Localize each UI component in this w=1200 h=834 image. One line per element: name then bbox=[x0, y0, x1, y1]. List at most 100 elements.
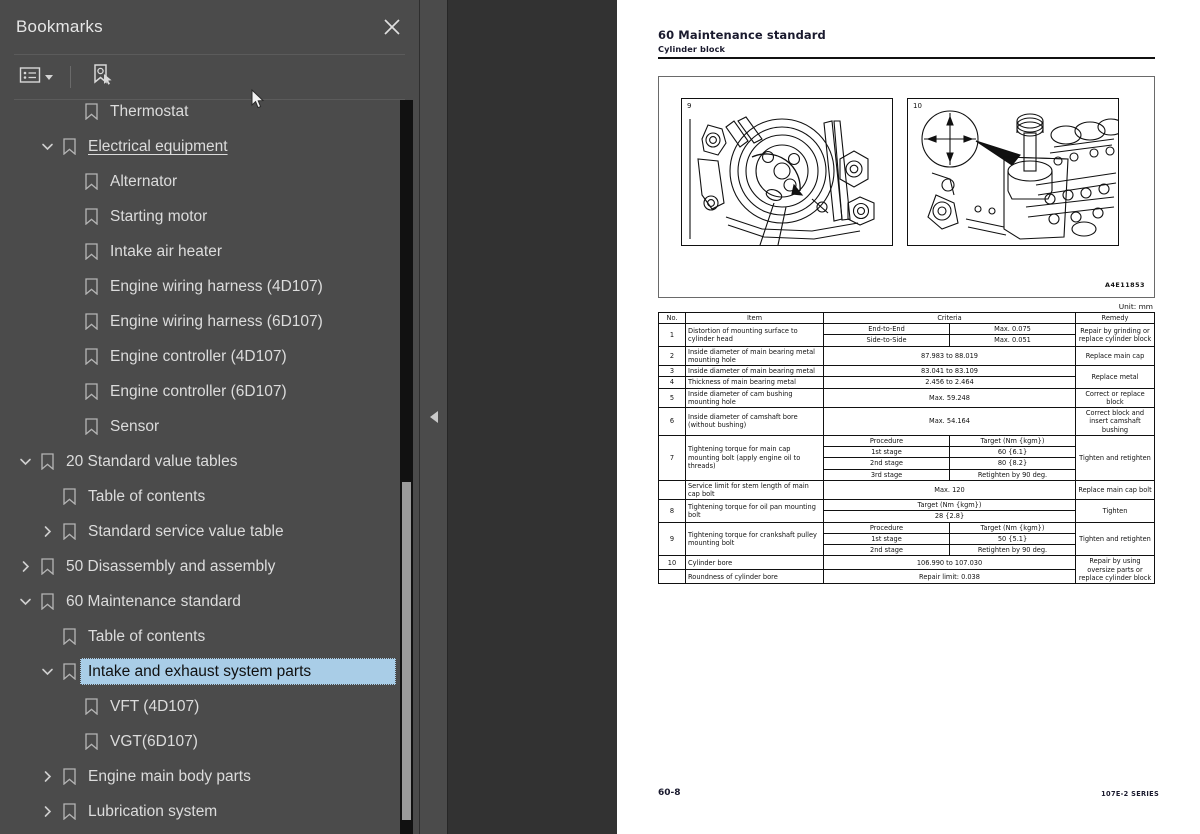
bookmark-item[interactable]: Engine controller (4D107) bbox=[0, 339, 401, 374]
bookmark-item-label: 50 Disassembly and assembly bbox=[66, 557, 276, 575]
bookmark-item[interactable]: 60 Maintenance standard bbox=[0, 584, 401, 619]
list-options-icon bbox=[19, 66, 41, 89]
bookmark-icon bbox=[80, 208, 102, 225]
cell-no: 9 bbox=[658, 521, 686, 557]
panel-splitter[interactable] bbox=[420, 0, 448, 834]
page-content: 60 Maintenance standard Cylinder block 9 bbox=[658, 28, 1155, 585]
bookmarks-tree: Thermostat Electrical equipment Alternato… bbox=[0, 100, 401, 829]
bookmark-icon bbox=[80, 733, 102, 750]
chevron-right-icon[interactable] bbox=[36, 805, 58, 818]
bookmarks-scrollbar-thumb[interactable] bbox=[402, 482, 411, 820]
bookmark-item[interactable]: 20 Standard value tables bbox=[0, 444, 401, 479]
cell-criteria-label: Procedure bbox=[823, 434, 950, 448]
table-row: Service limit for stem length of main ca… bbox=[658, 479, 1155, 501]
bookmark-icon bbox=[80, 103, 102, 120]
bookmarks-scroll-area[interactable]: Thermostat Electrical equipment Alternato… bbox=[0, 100, 401, 834]
bookmark-item[interactable]: Electrical equipment bbox=[0, 129, 401, 164]
cell-item: Roundness of cylinder bore bbox=[685, 569, 824, 585]
cell-criteria-value: 50 {5.1} bbox=[949, 532, 1076, 546]
heading-rule bbox=[658, 57, 1155, 59]
bookmark-item[interactable]: Alternator bbox=[0, 164, 401, 199]
bookmark-item[interactable]: VGT(6D107) bbox=[0, 724, 401, 759]
bookmarks-scrollbar[interactable] bbox=[400, 100, 413, 834]
bookmark-icon bbox=[80, 698, 102, 715]
crankshaft-pulley-illustration bbox=[689, 116, 875, 245]
table-head: No. Item Criteria Remedy bbox=[658, 311, 1155, 325]
bookmark-item[interactable]: Table of contents bbox=[0, 619, 401, 654]
maintenance-standard-table: No. Item Criteria Remedy 1 Distortion of … bbox=[658, 311, 1155, 585]
new-bookmark-icon bbox=[90, 63, 114, 92]
table-row: 7 Tightening torque for main cap mounting… bbox=[658, 434, 1155, 481]
cell-criteria: 2.456 to 2.464 bbox=[823, 376, 1076, 389]
figure-panel-left: 9 bbox=[681, 98, 893, 246]
cell-criteria-label: 2nd stage bbox=[823, 544, 950, 557]
bookmark-item-label: 60 Maintenance standard bbox=[66, 592, 241, 610]
bookmark-item[interactable]: VFT (4D107) bbox=[0, 689, 401, 724]
bookmarks-panel-header: Bookmarks bbox=[0, 0, 419, 54]
th-item: Item bbox=[685, 311, 824, 325]
cell-remedy: Replace main cap bbox=[1075, 345, 1155, 367]
close-icon[interactable] bbox=[379, 14, 405, 40]
bookmark-item[interactable]: Engine wiring harness (6D107) bbox=[0, 304, 401, 339]
bookmark-icon bbox=[58, 138, 80, 155]
cell-criteria: 83.041 to 83.109 bbox=[823, 365, 1076, 378]
cell-criteria-label: Side-to-Side bbox=[823, 334, 950, 347]
chevron-down-icon[interactable] bbox=[36, 665, 58, 678]
chevron-right-icon[interactable] bbox=[14, 560, 36, 573]
cell-criteria-value: Target (Nm {kgm}) bbox=[949, 521, 1076, 534]
bookmark-item[interactable]: Table of contents bbox=[0, 479, 401, 514]
bookmark-item[interactable]: Thermostat bbox=[0, 100, 401, 129]
bookmark-icon bbox=[58, 803, 80, 820]
bookmark-icon bbox=[80, 278, 102, 295]
page-heading: 60 Maintenance standard bbox=[658, 28, 826, 42]
table-row: 9 Tightening torque for crankshaft pulley… bbox=[658, 521, 1155, 557]
chevron-down-icon[interactable] bbox=[36, 140, 58, 153]
table-header-row: No. Item Criteria Remedy bbox=[658, 311, 1155, 325]
bookmarks-panel: Bookmarks Thermostat Electrical equipmen… bbox=[0, 0, 420, 834]
cell-no: 2 bbox=[658, 345, 686, 367]
bookmark-icon bbox=[58, 523, 80, 540]
bookmark-item[interactable]: Engine wiring harness (4D107) bbox=[0, 269, 401, 304]
bookmark-item-label: Engine wiring harness (6D107) bbox=[110, 312, 323, 330]
table-row: 5 Inside diameter of cam bushing mounting… bbox=[658, 387, 1155, 409]
cell-criteria-value: 60 {6.1} bbox=[949, 446, 1076, 459]
cell-item: Inside diameter of cam bushing mounting … bbox=[685, 387, 824, 409]
cell-no: 7 bbox=[658, 434, 686, 481]
chevron-right-icon[interactable] bbox=[36, 770, 58, 783]
pdf-page-viewer[interactable]: 60 Maintenance standard Cylinder block 9 bbox=[448, 0, 1200, 834]
cell-criteria-value: Max. 0.075 bbox=[949, 323, 1076, 336]
bookmark-item[interactable]: 50 Disassembly and assembly bbox=[0, 549, 401, 584]
cell-criteria: Max. 120 bbox=[823, 479, 1076, 501]
cell-criteria: 106.990 to 107.030 bbox=[823, 555, 1076, 571]
bookmark-item-label: 20 Standard value tables bbox=[66, 452, 238, 470]
th-no: No. bbox=[658, 311, 686, 325]
bookmark-item[interactable]: Engine main body parts bbox=[0, 759, 401, 794]
bookmark-icon bbox=[36, 558, 58, 575]
bookmark-item[interactable]: Lubrication system bbox=[0, 794, 401, 829]
bookmark-item[interactable]: Sensor bbox=[0, 409, 401, 444]
cell-remedy: Replace main cap bolt bbox=[1075, 479, 1155, 501]
unit-note: Unit: mm bbox=[1118, 302, 1153, 311]
bookmark-item[interactable]: Engine controller (6D107) bbox=[0, 374, 401, 409]
bookmark-item[interactable]: Starting motor bbox=[0, 199, 401, 234]
table-row: 6 Inside diameter of camshaft bore (witho… bbox=[658, 407, 1155, 436]
new-bookmark-button[interactable] bbox=[87, 60, 117, 95]
bookmark-icon bbox=[80, 418, 102, 435]
cell-criteria: Target (Nm {kgm}) bbox=[823, 499, 1076, 512]
bookmark-item-label: Engine controller (6D107) bbox=[110, 382, 287, 400]
bookmark-options-button[interactable] bbox=[16, 63, 56, 92]
bookmark-item[interactable]: Standard service value table bbox=[0, 514, 401, 549]
chevron-down-icon[interactable] bbox=[14, 595, 36, 608]
bookmark-item[interactable]: Intake air heater bbox=[0, 234, 401, 269]
cell-criteria-label: Procedure bbox=[823, 521, 950, 534]
bookmark-icon bbox=[58, 628, 80, 645]
bookmark-item[interactable]: Intake and exhaust system parts bbox=[0, 654, 401, 689]
cylinder-bore-gauge-illustration bbox=[921, 110, 1118, 240]
chevron-right-icon[interactable] bbox=[36, 525, 58, 538]
collapse-left-arrow-icon[interactable] bbox=[429, 411, 438, 423]
bookmarks-panel-title: Bookmarks bbox=[16, 17, 103, 36]
bookmark-icon bbox=[80, 348, 102, 365]
cell-no: 10 bbox=[658, 555, 686, 571]
bookmark-item-label: Lubrication system bbox=[88, 802, 218, 820]
chevron-down-icon[interactable] bbox=[14, 455, 36, 468]
